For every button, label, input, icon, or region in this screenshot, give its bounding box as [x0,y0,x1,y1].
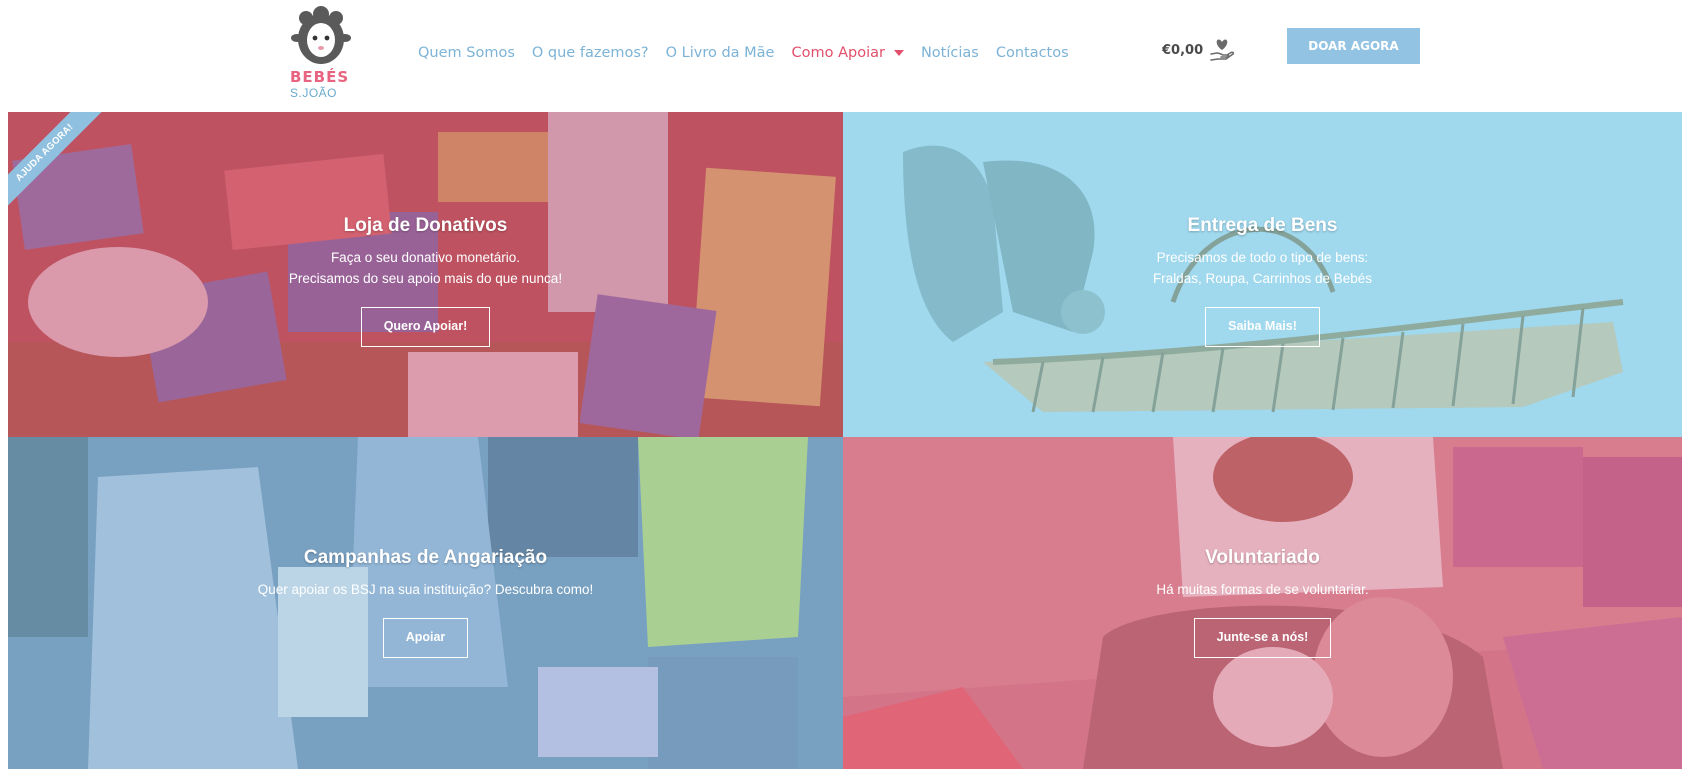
cart-amount: €0,00 [1162,42,1204,58]
tile-entrega-bens[interactable]: Entrega de Bens Precisamos de todo o tip… [843,112,1682,437]
nav-noticias[interactable]: Notícias [921,45,979,61]
tile-loja-content: Loja de Donativos Faça o seu donativo mo… [8,215,843,347]
tile-loja-text: Faça o seu donativo monetário. Precisamo… [8,247,843,289]
tile-entrega-line-1: Precisamos de todo o tipo de bens: [1156,250,1369,265]
tile-campanhas-content: Campanhas de Angariação Quer apoiar os B… [8,547,843,658]
tile-entrega-line-2: Fraldas, Roupa, Carrinhos de Bebés [1152,271,1373,286]
tile-loja-title: Loja de Donativos [343,215,508,236]
tile-entrega-content: Entrega de Bens Precisamos de todo o tip… [843,215,1682,347]
tile-loja-line-1: Faça o seu donativo monetário. [330,250,521,265]
nav-quem-somos[interactable]: Quem Somos [418,45,515,61]
logo-title: BEBÉS [290,68,350,86]
nav-como-apoiar[interactable]: Como Apoiar [791,45,904,61]
saiba-mais-button[interactable]: Saiba Mais! [1205,307,1320,347]
site-header: BEBÉS S.JOÃO Quem Somos O que fazemos? O… [0,0,1682,112]
tile-voluntariado-title: Voluntariado [1205,547,1320,568]
site-logo[interactable]: BEBÉS S.JOÃO [286,6,356,102]
cart-link[interactable]: €0,00 [1162,38,1235,62]
tile-voluntariado-text: Há muitas formas de se voluntariar. [843,579,1682,600]
nav-como-apoiar-label: Como Apoiar [791,45,885,61]
tile-campanhas[interactable]: Campanhas de Angariação Quer apoiar os B… [8,437,843,769]
junte-se-button[interactable]: Junte-se a nós! [1193,618,1332,658]
main-nav: Quem Somos O que fazemos? O Livro da Mãe… [418,42,1086,64]
tile-loja-donativos[interactable]: AJUDA AGORA! Loja de Donativos Faça o se… [8,112,843,437]
tile-entrega-text: Precisamos de todo o tipo de bens: Frald… [843,247,1682,289]
tile-entrega-title: Entrega de Bens [1187,215,1338,236]
tile-voluntariado-line-1: Há muitas formas de se voluntariar. [1156,582,1369,597]
caret-down-icon [893,50,904,56]
nav-o-livro-da-mae[interactable]: O Livro da Mãe [666,45,775,61]
tile-campanhas-text: Quer apoiar os BSJ na sua instituição? D… [8,579,843,600]
nav-o-que-fazemos[interactable]: O que fazemos? [532,45,649,61]
donate-now-button[interactable]: DOAR AGORA [1287,28,1420,64]
tile-campanhas-line-1: Quer apoiar os BSJ na sua instituição? D… [257,582,594,597]
hand-heart-icon [1210,39,1235,61]
quero-apoiar-button[interactable]: Quero Apoiar! [360,307,491,347]
tile-loja-line-2: Precisamos do seu apoio mais do que nunc… [288,271,563,286]
logo-subtitle: S.JOÃO [290,86,338,100]
tile-voluntariado-content: Voluntariado Há muitas formas de se volu… [843,547,1682,658]
tile-voluntariado[interactable]: Voluntariado Há muitas formas de se volu… [843,437,1682,769]
sheep-mascot-icon [291,6,351,64]
tile-campanhas-title: Campanhas de Angariação [303,547,548,568]
apoiar-button[interactable]: Apoiar [382,618,469,658]
nav-contactos[interactable]: Contactos [996,45,1069,61]
